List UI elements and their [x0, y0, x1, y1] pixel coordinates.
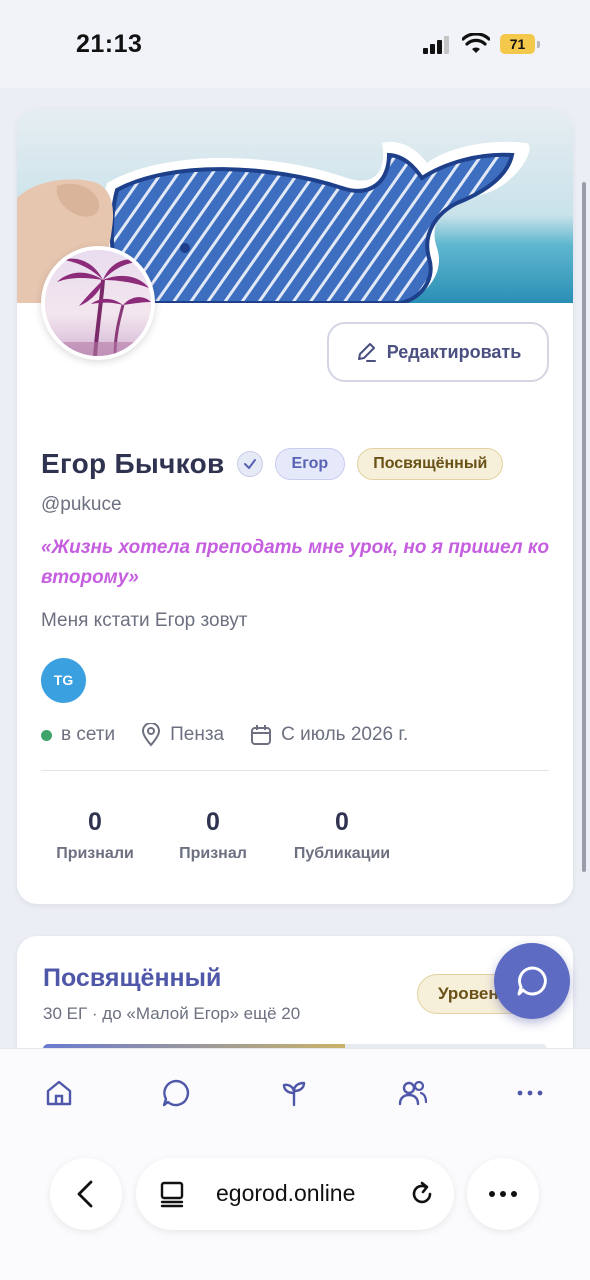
- chevron-left-icon: [77, 1180, 93, 1208]
- browser-back-button[interactable]: [50, 1158, 122, 1230]
- browser-menu-button[interactable]: [467, 1158, 539, 1230]
- status-bar: 21:13 71: [0, 0, 590, 88]
- telegram-link-button[interactable]: TG: [41, 658, 86, 703]
- signal-icon: [423, 36, 451, 54]
- chat-fab-button[interactable]: [494, 943, 570, 1019]
- stat-publications[interactable]: 0 Публикации: [285, 808, 399, 863]
- stat-value: 0: [335, 808, 349, 836]
- people-icon: [398, 1080, 428, 1106]
- divider: [41, 770, 549, 771]
- scrollbar[interactable]: [582, 182, 586, 872]
- browser-address-bar[interactable]: egorod.online: [136, 1158, 454, 1230]
- member-since-label: С июль 2026 г.: [281, 724, 409, 745]
- location: Пенза: [141, 723, 224, 747]
- calendar-icon: [251, 725, 272, 745]
- bottom-nav: [0, 1048, 590, 1140]
- verified-icon: [236, 451, 263, 477]
- stat-value: 0: [88, 808, 102, 836]
- badge-rank: Посвящённый: [357, 448, 504, 480]
- level-subtitle: 30 ЕГ · до «Малой Егор» ещё 20: [43, 1004, 301, 1023]
- battery-icon: 71: [500, 34, 540, 54]
- nav-chat[interactable]: [158, 1075, 194, 1111]
- location-pin-icon: [142, 723, 161, 747]
- nav-more[interactable]: [512, 1075, 548, 1111]
- meta-row: в сети Пенза С июль 2026 г.: [41, 723, 408, 747]
- reload-icon[interactable]: [408, 1180, 436, 1208]
- online-status: в сети: [41, 724, 115, 746]
- nav-growth[interactable]: [276, 1075, 312, 1111]
- stat-label: Публикации: [293, 845, 391, 862]
- profile-handle: @pukuce: [41, 494, 122, 515]
- browser-toolbar: egorod.online: [0, 1140, 590, 1280]
- chat-icon: [162, 1079, 190, 1107]
- level-card: Посвящённый 30 ЕГ · до «Малой Егор» ещё …: [17, 936, 573, 1048]
- stat-acknowledged-by[interactable]: 0 Признали: [51, 808, 139, 863]
- pencil-icon: [357, 343, 376, 362]
- stat-label: Признал: [179, 845, 247, 862]
- battery-level: 71: [500, 34, 535, 54]
- online-label: в сети: [61, 724, 116, 745]
- more-icon: [489, 1191, 517, 1197]
- profile-name: Егор Бычков: [41, 448, 225, 479]
- browser-url: egorod.online: [216, 1180, 356, 1206]
- nav-home[interactable]: [41, 1075, 77, 1111]
- profile-card: Редактировать Егор Бычков Егор Посвящённ…: [17, 108, 573, 904]
- sprout-icon: [282, 1081, 306, 1107]
- member-since: С июль 2026 г.: [250, 724, 408, 746]
- stat-value: 0: [206, 808, 220, 836]
- edit-profile-label: Редактировать: [386, 341, 522, 362]
- avatar[interactable]: [41, 246, 155, 360]
- chat-bubble-icon: [517, 966, 547, 996]
- profile-bio: Меня кстати Егор зовут: [41, 610, 248, 631]
- name-row: Егор Бычков Егор Посвящённый: [41, 448, 504, 480]
- online-dot-icon: [41, 729, 52, 741]
- reader-icon[interactable]: [158, 1180, 186, 1208]
- status-time: 21:13: [76, 30, 143, 58]
- more-icon: [517, 1090, 543, 1096]
- badge-primary: Егор: [274, 448, 346, 480]
- profile-quote: «Жизнь хотела преподать мне урок, но я п…: [41, 537, 550, 588]
- nav-people[interactable]: [395, 1075, 431, 1111]
- stat-acknowledged[interactable]: 0 Признал: [173, 808, 253, 863]
- home-icon: [46, 1080, 72, 1106]
- wifi-icon: [462, 33, 490, 53]
- edit-profile-button[interactable]: Редактировать: [327, 322, 549, 382]
- location-label: Пенза: [170, 724, 225, 745]
- level-title: Посвящённый: [43, 964, 222, 992]
- page-content[interactable]: Редактировать Егор Бычков Егор Посвящённ…: [0, 88, 590, 1048]
- stat-label: Признали: [56, 845, 134, 862]
